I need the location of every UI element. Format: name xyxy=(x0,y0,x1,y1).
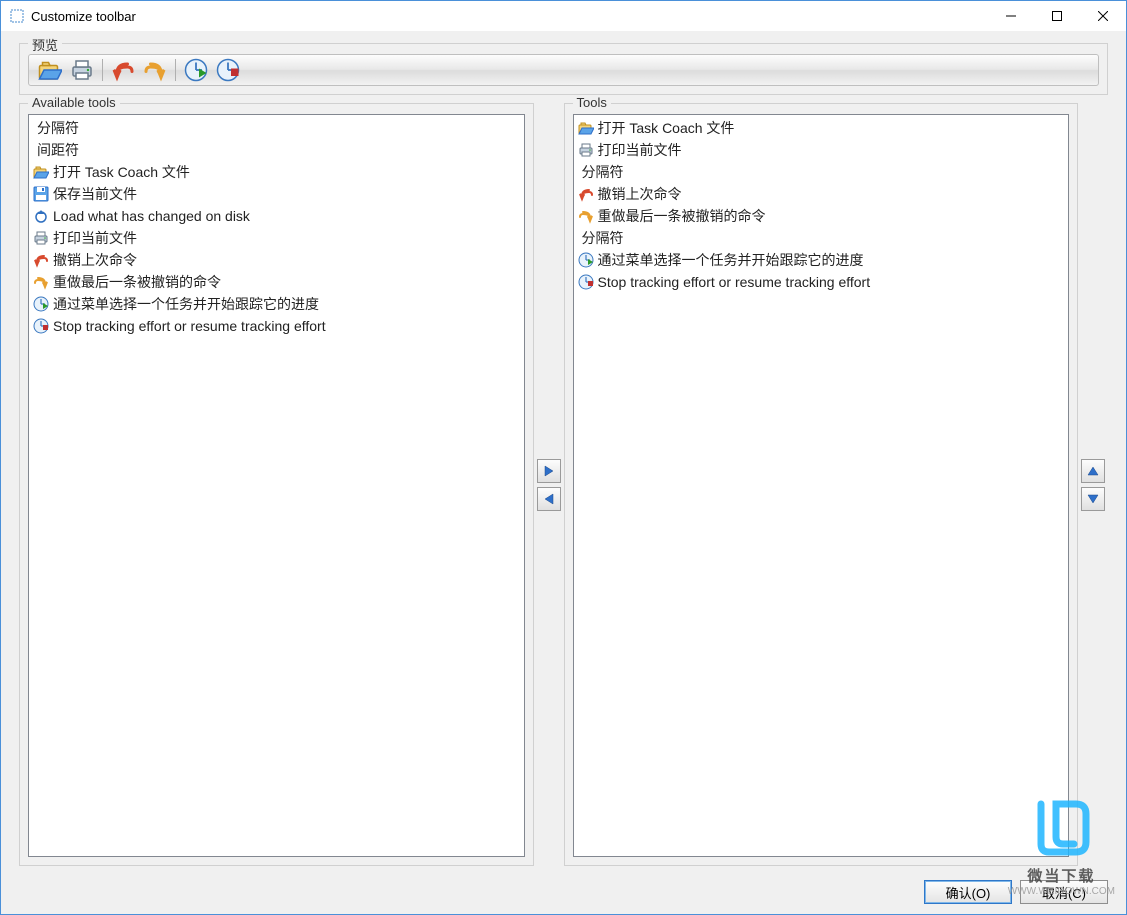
list-item[interactable]: Stop tracking effort or resume tracking … xyxy=(576,271,1067,293)
clock-start-icon xyxy=(33,296,49,312)
redo-icon xyxy=(578,208,594,224)
open-icon xyxy=(38,58,62,82)
list-item[interactable]: 间距符 xyxy=(31,139,522,161)
list-item-label: 分隔符 xyxy=(582,228,624,248)
save-icon xyxy=(33,186,49,202)
list-item[interactable]: 打开 Task Coach 文件 xyxy=(31,161,522,183)
preview-label: 预览 xyxy=(28,35,62,54)
undo-icon xyxy=(111,58,135,82)
app-icon xyxy=(9,8,25,24)
clock-start-icon xyxy=(578,252,594,268)
list-item-label: 保存当前文件 xyxy=(53,184,137,204)
list-item[interactable]: 撤销上次命令 xyxy=(31,249,522,271)
clock-stop-icon xyxy=(578,274,594,290)
redo-toolbar-button[interactable] xyxy=(140,56,170,84)
reload-icon xyxy=(33,208,49,224)
clock-start-icon xyxy=(184,58,208,82)
window-frame: Customize toolbar 预览 Available tools 分隔符… xyxy=(0,0,1127,915)
list-item-label: 打印当前文件 xyxy=(598,140,682,160)
redo-icon xyxy=(143,58,167,82)
reorder-buttons xyxy=(1078,103,1108,866)
clock-stop-icon xyxy=(216,58,240,82)
list-item[interactable]: 打开 Task Coach 文件 xyxy=(576,117,1067,139)
list-item-label: 间距符 xyxy=(37,140,79,160)
list-item[interactable]: 分隔符 xyxy=(31,117,522,139)
list-item-label: 撤销上次命令 xyxy=(53,250,137,270)
print-icon xyxy=(70,58,94,82)
list-item-label: 分隔符 xyxy=(582,162,624,182)
toolbar-separator xyxy=(175,59,176,81)
cancel-button[interactable]: 取消(C) xyxy=(1020,880,1108,904)
move-down-button[interactable] xyxy=(1081,487,1105,511)
list-item[interactable]: 撤销上次命令 xyxy=(576,183,1067,205)
list-item-label: 分隔符 xyxy=(37,118,79,138)
move-right-button[interactable] xyxy=(537,459,561,483)
list-item-label: Stop tracking effort or resume tracking … xyxy=(53,316,326,336)
titlebar[interactable]: Customize toolbar xyxy=(1,1,1126,31)
open-icon xyxy=(33,164,49,180)
clock-start-toolbar-button[interactable] xyxy=(181,56,211,84)
dialog-footer: 确认(O) 取消(C) xyxy=(1,874,1126,914)
undo-toolbar-button[interactable] xyxy=(108,56,138,84)
available-tools-list[interactable]: 分隔符间距符打开 Task Coach 文件保存当前文件Load what ha… xyxy=(28,114,525,857)
window-title: Customize toolbar xyxy=(31,9,136,24)
available-group: Available tools 分隔符间距符打开 Task Coach 文件保存… xyxy=(19,103,534,866)
list-item[interactable]: 打印当前文件 xyxy=(31,227,522,249)
list-item-label: Load what has changed on disk xyxy=(53,206,250,226)
available-fieldset: Available tools 分隔符间距符打开 Task Coach 文件保存… xyxy=(19,103,534,866)
dialog-content: 预览 Available tools 分隔符间距符打开 Task Coach 文… xyxy=(1,31,1126,874)
list-item[interactable]: 保存当前文件 xyxy=(31,183,522,205)
list-item-label: 重做最后一条被撤销的命令 xyxy=(53,272,221,292)
toolbar-separator xyxy=(102,59,103,81)
open-toolbar-button[interactable] xyxy=(35,56,65,84)
tools-group: Tools 打开 Task Coach 文件打印当前文件分隔符撤销上次命令重做最… xyxy=(564,103,1079,866)
list-item-label: 打开 Task Coach 文件 xyxy=(598,118,735,138)
list-item-label: 通过菜单选择一个任务并开始跟踪它的进度 xyxy=(598,250,864,270)
preview-toolbar xyxy=(28,54,1099,86)
list-item-label: 打印当前文件 xyxy=(53,228,137,248)
move-up-button[interactable] xyxy=(1081,459,1105,483)
clock-stop-toolbar-button[interactable] xyxy=(213,56,243,84)
minimize-button[interactable] xyxy=(988,1,1034,31)
preview-group: 预览 xyxy=(19,43,1108,95)
list-item-label: 打开 Task Coach 文件 xyxy=(53,162,190,182)
list-item[interactable]: Stop tracking effort or resume tracking … xyxy=(31,315,522,337)
undo-icon xyxy=(33,252,49,268)
list-item-label: Stop tracking effort or resume tracking … xyxy=(598,272,871,292)
list-item[interactable]: 分隔符 xyxy=(576,227,1067,249)
list-item[interactable]: 重做最后一条被撤销的命令 xyxy=(31,271,522,293)
redo-icon xyxy=(33,274,49,290)
list-item-label: 撤销上次命令 xyxy=(598,184,682,204)
list-item[interactable]: 重做最后一条被撤销的命令 xyxy=(576,205,1067,227)
list-item[interactable]: Load what has changed on disk xyxy=(31,205,522,227)
open-icon xyxy=(578,120,594,136)
available-label: Available tools xyxy=(28,95,120,110)
list-item[interactable]: 打印当前文件 xyxy=(576,139,1067,161)
tools-label: Tools xyxy=(573,95,611,110)
columns: Available tools 分隔符间距符打开 Task Coach 文件保存… xyxy=(19,103,1108,866)
move-left-button[interactable] xyxy=(537,487,561,511)
list-item-label: 通过菜单选择一个任务并开始跟踪它的进度 xyxy=(53,294,319,314)
undo-icon xyxy=(578,186,594,202)
list-item-label: 重做最后一条被撤销的命令 xyxy=(598,206,766,226)
print-icon xyxy=(578,142,594,158)
current-tools-list[interactable]: 打开 Task Coach 文件打印当前文件分隔符撤销上次命令重做最后一条被撤销… xyxy=(573,114,1070,857)
close-button[interactable] xyxy=(1080,1,1126,31)
list-item[interactable]: 通过菜单选择一个任务并开始跟踪它的进度 xyxy=(576,249,1067,271)
tools-fieldset: Tools 打开 Task Coach 文件打印当前文件分隔符撤销上次命令重做最… xyxy=(564,103,1079,866)
print-icon xyxy=(33,230,49,246)
list-item[interactable]: 分隔符 xyxy=(576,161,1067,183)
maximize-button[interactable] xyxy=(1034,1,1080,31)
clock-stop-icon xyxy=(33,318,49,334)
ok-button[interactable]: 确认(O) xyxy=(924,880,1012,904)
move-buttons xyxy=(534,103,564,866)
list-item[interactable]: 通过菜单选择一个任务并开始跟踪它的进度 xyxy=(31,293,522,315)
print-toolbar-button[interactable] xyxy=(67,56,97,84)
